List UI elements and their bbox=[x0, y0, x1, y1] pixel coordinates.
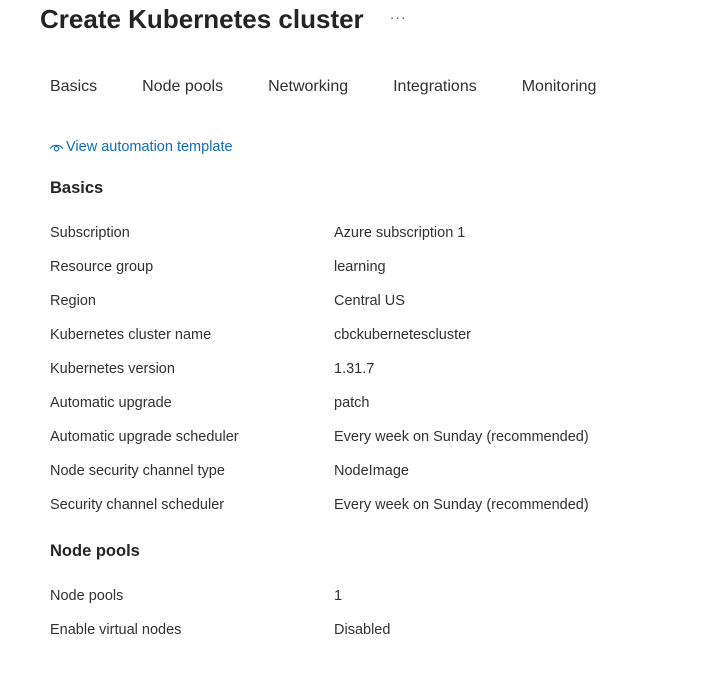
tab-integrations[interactable]: Integrations bbox=[383, 66, 487, 108]
summary-row-region: Region Central US bbox=[50, 293, 700, 313]
eye-icon bbox=[49, 144, 64, 151]
row-label: Region bbox=[50, 293, 96, 309]
tab-monitoring[interactable]: Monitoring bbox=[512, 66, 607, 108]
summary-row-node-pools: Node pools 1 bbox=[50, 588, 700, 608]
row-value: Every week on Sunday (recommended) bbox=[334, 429, 589, 445]
title-bar: Create Kubernetes cluster ··· bbox=[40, 4, 407, 35]
row-value: Azure subscription 1 bbox=[334, 225, 466, 241]
row-label: Kubernetes cluster name bbox=[50, 327, 212, 343]
row-label: Node security channel type bbox=[50, 463, 225, 479]
tab-node-pools[interactable]: Node pools bbox=[132, 66, 233, 108]
row-label: Kubernetes version bbox=[50, 361, 175, 377]
tab-networking[interactable]: Networking bbox=[258, 66, 358, 108]
more-options-button[interactable]: ··· bbox=[390, 9, 407, 25]
row-value: patch bbox=[334, 395, 370, 411]
row-label: Automatic upgrade bbox=[50, 395, 172, 411]
automation-link-label: View automation template bbox=[66, 139, 233, 155]
summary-row-kubernetes-version: Kubernetes version 1.31.7 bbox=[50, 361, 700, 381]
summary-row-virtual-nodes: Enable virtual nodes Disabled bbox=[50, 622, 700, 642]
row-label: Enable virtual nodes bbox=[50, 622, 182, 638]
summary-row-security-channel-scheduler: Security channel scheduler Every week on… bbox=[50, 497, 700, 517]
summary-row-subscription: Subscription Azure subscription 1 bbox=[50, 225, 700, 245]
row-value: cbckubernetescluster bbox=[334, 327, 472, 343]
row-value: Disabled bbox=[334, 622, 391, 638]
tab-basics[interactable]: Basics bbox=[40, 66, 107, 108]
summary-row-upgrade-scheduler: Automatic upgrade scheduler Every week o… bbox=[50, 429, 700, 449]
row-value: Every week on Sunday (recommended) bbox=[334, 497, 589, 513]
row-value: NodeImage bbox=[334, 463, 409, 479]
row-label: Automatic upgrade scheduler bbox=[50, 429, 239, 445]
row-value: 1 bbox=[334, 588, 343, 604]
summary-row-cluster-name: Kubernetes cluster name cbckubernetesclu… bbox=[50, 327, 700, 347]
row-label: Resource group bbox=[50, 259, 154, 275]
page-title: Create Kubernetes cluster bbox=[40, 4, 364, 34]
row-label: Security channel scheduler bbox=[50, 497, 225, 513]
view-automation-template-link[interactable]: View automation template bbox=[49, 139, 233, 155]
row-label: Node pools bbox=[50, 588, 124, 604]
wizard-tabs: Basics Node pools Networking Integration… bbox=[40, 66, 631, 108]
row-value: learning bbox=[334, 259, 386, 275]
row-value: Central US bbox=[334, 293, 405, 309]
row-label: Subscription bbox=[50, 225, 130, 241]
section-heading-basics: Basics bbox=[50, 179, 104, 197]
summary-row-security-channel-type: Node security channel type NodeImage bbox=[50, 463, 700, 483]
summary-row-resource-group: Resource group learning bbox=[50, 259, 700, 279]
section-heading-node-pools: Node pools bbox=[50, 542, 140, 560]
summary-row-automatic-upgrade: Automatic upgrade patch bbox=[50, 395, 700, 415]
row-value: 1.31.7 bbox=[334, 361, 375, 377]
